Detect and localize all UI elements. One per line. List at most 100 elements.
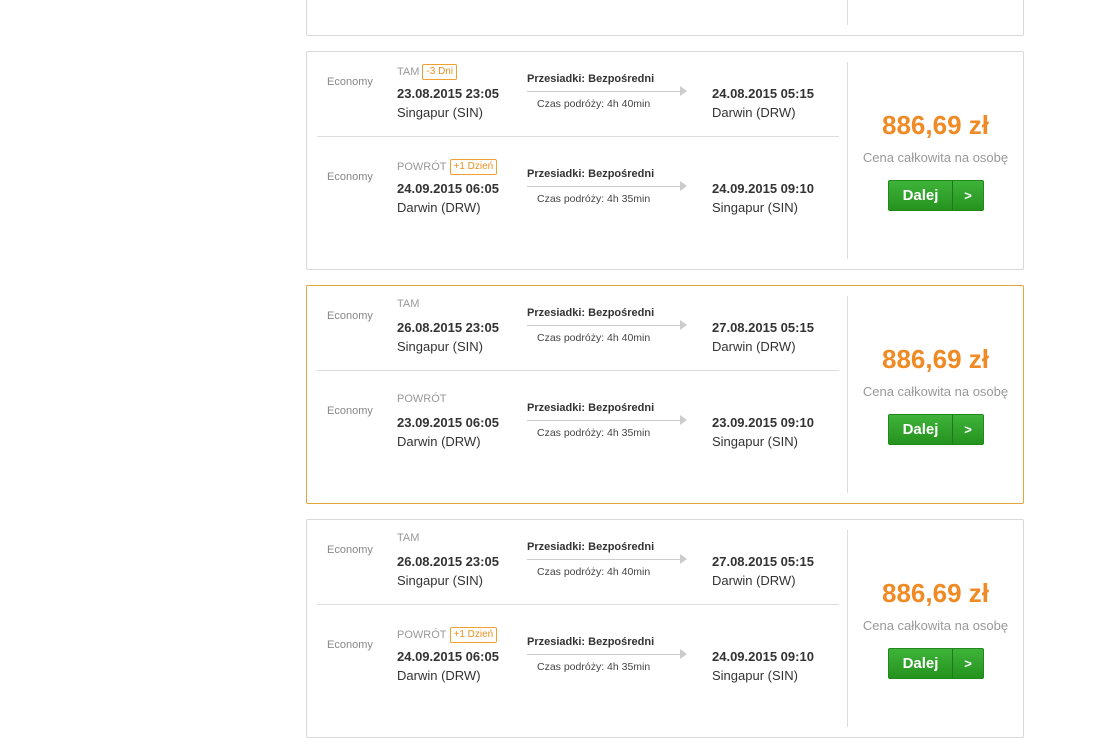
total-price: 886,69 zł	[882, 578, 989, 608]
arrival-datetime: 24.09.2015 09:10	[712, 181, 814, 196]
chevron-right-icon: >	[952, 181, 983, 210]
arrival-city: Singapur (SIN)	[712, 200, 798, 215]
departure-city: Darwin (DRW)	[397, 434, 481, 449]
flight-duration: Czas podróży: 4h 35min	[537, 193, 651, 205]
flight-offer-card: Economy TAM 26.08.2015 23:05 Singapur (S…	[306, 519, 1024, 738]
cabin-class: Economy	[327, 544, 373, 556]
flight-arrow-icon	[527, 554, 687, 564]
flight-duration: Czas podróży: 4h 40min	[537, 332, 651, 344]
arrival-city: Darwin (DRW)	[712, 339, 796, 354]
leg-divider	[317, 370, 839, 371]
departure-datetime: 24.09.2015 06:05	[397, 649, 499, 664]
stops-value: Bezpośredni	[588, 307, 655, 319]
flight-duration: Czas podróży: 4h 35min	[537, 661, 651, 673]
day-shift-badge: +1 Dzień	[449, 627, 498, 643]
return-leg: Economy POWRÓT +1 Dzień 24.09.2015 06:05 …	[307, 147, 847, 231]
next-button[interactable]: Dalej >	[888, 648, 984, 679]
next-button-label: Dalej	[902, 655, 939, 672]
stops-label: Przesiadki:	[527, 168, 586, 180]
departure-datetime: 23.09.2015 06:05	[397, 415, 499, 430]
return-leg: Economy POWRÓT 23.09.2015 06:05 Darwin (…	[307, 381, 847, 465]
chevron-right-icon: >	[952, 649, 983, 678]
arrival-city: Darwin (DRW)	[712, 573, 796, 588]
departure-city: Singapur (SIN)	[397, 573, 483, 588]
next-button-label: Dalej	[902, 421, 939, 438]
price-label: Cena całkowita na osobę	[862, 384, 1009, 399]
stops-value: Bezpośredni	[588, 541, 655, 553]
departure-datetime: 26.08.2015 23:05	[397, 554, 499, 569]
flight-arrow-icon	[527, 320, 687, 330]
return-leg: Economy POWRÓT +1 Dzień 24.09.2015 06:05 …	[307, 615, 847, 699]
cabin-class: Economy	[327, 171, 373, 183]
arrival-city: Singapur (SIN)	[712, 668, 798, 683]
flight-offer-card: Economy TAM -3 Dni 23.08.2015 23:05 Singa…	[306, 51, 1024, 270]
departure-datetime: 26.08.2015 23:05	[397, 320, 499, 335]
leg-direction: POWRÓT	[397, 629, 447, 641]
departure-city: Singapur (SIN)	[397, 339, 483, 354]
cabin-class: Economy	[327, 405, 373, 417]
next-button-label: Dalej	[902, 187, 939, 204]
stops-value: Bezpośredni	[588, 402, 655, 414]
leg-direction: TAM	[397, 298, 420, 310]
flight-info: Przesiadki: Bezpośredni Czas podróży: 4h…	[527, 402, 689, 439]
day-shift-badge: +1 Dzień	[449, 159, 498, 175]
price-box: 886,69 zł Cena całkowita na osobę Dalej …	[848, 520, 1023, 737]
stops-label: Przesiadki:	[527, 73, 586, 85]
stops-value: Bezpośredni	[588, 73, 655, 85]
price-label: Cena całkowita na osobę	[862, 618, 1009, 633]
flight-duration: Czas podróży: 4h 40min	[537, 566, 651, 578]
flight-info: Przesiadki: Bezpośredni Czas podróży: 4h…	[527, 541, 689, 578]
arrival-datetime: 27.08.2015 05:15	[712, 554, 814, 569]
outbound-leg: Economy TAM 26.08.2015 23:05 Singapur (S…	[307, 520, 847, 604]
leg-divider	[317, 604, 839, 605]
next-button[interactable]: Dalej >	[888, 180, 984, 211]
stops-value: Bezpośredni	[588, 636, 655, 648]
departure-datetime: 23.08.2015 23:05	[397, 86, 499, 101]
arrival-datetime: 23.09.2015 09:10	[712, 415, 814, 430]
total-price: 886,69 zł	[882, 110, 989, 140]
day-shift-badge: -3 Dni	[422, 64, 458, 80]
leg-direction: TAM	[397, 532, 420, 544]
flight-arrow-icon	[527, 649, 687, 659]
flight-info: Przesiadki: Bezpośredni Czas podróży: 4h…	[527, 73, 689, 110]
departure-city: Darwin (DRW)	[397, 668, 481, 683]
leg-direction: POWRÓT	[397, 161, 447, 173]
flight-offer-card-partial	[306, 0, 1024, 36]
flight-offer-card: Economy TAM 26.08.2015 23:05 Singapur (S…	[306, 285, 1024, 504]
departure-datetime: 24.09.2015 06:05	[397, 181, 499, 196]
leg-direction: POWRÓT	[397, 393, 447, 405]
cabin-class: Economy	[327, 76, 373, 88]
price-label: Cena całkowita na osobę	[862, 150, 1009, 165]
arrival-datetime: 24.08.2015 05:15	[712, 86, 814, 101]
flight-info: Przesiadki: Bezpośredni Czas podróży: 4h…	[527, 307, 689, 344]
flight-arrow-icon	[527, 181, 687, 191]
price-box: 886,69 zł Cena całkowita na osobę Dalej …	[848, 52, 1023, 269]
outbound-leg: Economy TAM -3 Dni 23.08.2015 23:05 Singa…	[307, 52, 847, 136]
flight-info: Przesiadki: Bezpośredni Czas podróży: 4h…	[527, 168, 689, 205]
divider	[847, 0, 848, 25]
stops-label: Przesiadki:	[527, 307, 586, 319]
price-box: 886,69 zł Cena całkowita na osobę Dalej …	[848, 286, 1023, 503]
stops-value: Bezpośredni	[588, 168, 655, 180]
flight-duration: Czas podróży: 4h 40min	[537, 98, 651, 110]
flight-arrow-icon	[527, 86, 687, 96]
leg-direction: TAM	[397, 66, 420, 78]
arrival-datetime: 24.09.2015 09:10	[712, 649, 814, 664]
arrival-city: Darwin (DRW)	[712, 105, 796, 120]
flight-arrow-icon	[527, 415, 687, 425]
departure-city: Darwin (DRW)	[397, 200, 481, 215]
stops-label: Przesiadki:	[527, 402, 586, 414]
next-button[interactable]: Dalej >	[888, 414, 984, 445]
arrival-city: Singapur (SIN)	[712, 434, 798, 449]
total-price: 886,69 zł	[882, 344, 989, 374]
stops-label: Przesiadki:	[527, 636, 586, 648]
leg-divider	[317, 136, 839, 137]
arrival-datetime: 27.08.2015 05:15	[712, 320, 814, 335]
departure-city: Singapur (SIN)	[397, 105, 483, 120]
stops-label: Przesiadki:	[527, 541, 586, 553]
flight-duration: Czas podróży: 4h 35min	[537, 427, 651, 439]
cabin-class: Economy	[327, 310, 373, 322]
flight-info: Przesiadki: Bezpośredni Czas podróży: 4h…	[527, 636, 689, 673]
outbound-leg: Economy TAM 26.08.2015 23:05 Singapur (S…	[307, 286, 847, 370]
cabin-class: Economy	[327, 639, 373, 651]
